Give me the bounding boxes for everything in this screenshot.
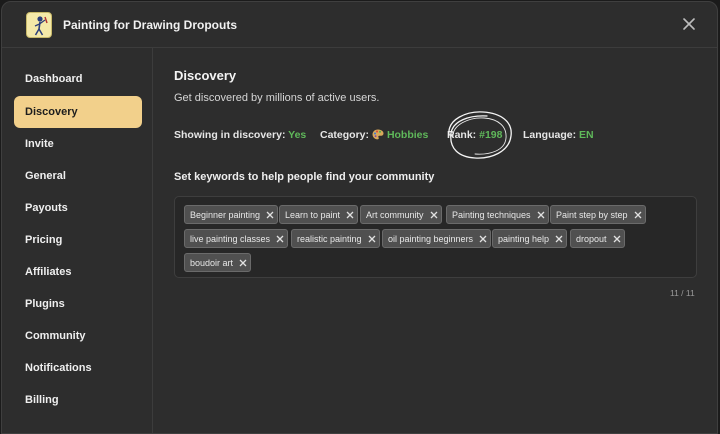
settings-modal: Painting for Drawing Dropouts Dashboard … xyxy=(1,1,718,434)
page-subtitle: Get discovered by millions of active use… xyxy=(174,92,380,104)
page-title: Discovery xyxy=(174,68,237,83)
remove-keyword-icon[interactable] xyxy=(343,208,357,222)
remove-keyword-icon[interactable] xyxy=(631,208,645,222)
discovery-panel: Discovery Get discovered by millions of … xyxy=(154,48,717,433)
keyword-chip: Paint step by step xyxy=(550,205,646,224)
keyword-counter: 11 / 11 xyxy=(670,288,695,298)
remove-keyword-icon[interactable] xyxy=(236,256,250,270)
remove-keyword-icon[interactable] xyxy=(273,232,287,246)
remove-keyword-icon[interactable] xyxy=(476,232,490,246)
language-stat: Language: EN xyxy=(523,129,594,141)
close-icon[interactable] xyxy=(681,16,697,32)
keyword-text: boudoir art xyxy=(190,257,234,268)
category-value: Hobbies xyxy=(386,129,429,141)
keyword-chip: painting help xyxy=(492,229,568,248)
category-label: Category: xyxy=(320,129,370,141)
keyword-chip: Beginner painting xyxy=(184,205,279,224)
keyword-text: painting help xyxy=(498,233,550,244)
rank-label: Rank: xyxy=(447,129,477,141)
sidebar-item-affiliates[interactable]: Affiliates xyxy=(14,256,142,288)
sidebar-item-community[interactable]: Community xyxy=(14,320,142,352)
sidebar-item-billing[interactable]: Billing xyxy=(14,384,142,416)
keyword-chip: Art community xyxy=(360,205,442,224)
keyword-chip: Painting techniques xyxy=(446,205,549,224)
keyword-chip: boudoir art xyxy=(184,253,252,272)
sidebar-item-dashboard[interactable]: Dashboard xyxy=(14,63,142,95)
rank-stat: Rank: #198 xyxy=(447,129,502,141)
keyword-text: live painting classes xyxy=(190,233,271,244)
rank-value: #198 xyxy=(479,129,503,141)
community-logo xyxy=(26,12,52,38)
language-value: EN xyxy=(579,129,594,141)
keywords-label: Set keywords to help people find your co… xyxy=(174,171,435,183)
category-stat: Category: Hobbies xyxy=(320,129,428,141)
sidebar-item-invite[interactable]: Invite xyxy=(14,128,142,160)
keyword-text: Paint step by step xyxy=(556,209,628,220)
modal-header: Painting for Drawing Dropouts xyxy=(2,2,717,48)
remove-keyword-icon[interactable] xyxy=(610,232,624,246)
keyword-text: Learn to paint xyxy=(285,209,341,220)
remove-keyword-icon[interactable] xyxy=(427,208,441,222)
remove-keyword-icon[interactable] xyxy=(263,208,277,222)
remove-keyword-icon[interactable] xyxy=(534,208,548,222)
keyword-chip: realistic painting xyxy=(291,229,380,248)
keywords-input[interactable]: Beginner painting Learn to paint Art com… xyxy=(174,196,697,278)
showing-label: Showing in discovery: xyxy=(174,129,286,141)
sidebar-item-payouts[interactable]: Payouts xyxy=(14,192,142,224)
sidebar-item-discovery[interactable]: Discovery xyxy=(14,96,142,128)
showing-stat: Showing in discovery: Yes xyxy=(174,129,306,141)
keyword-text: Painting techniques xyxy=(452,209,531,220)
keyword-chip: live painting classes xyxy=(184,229,289,248)
palette-icon xyxy=(372,129,384,140)
sidebar-item-pricing[interactable]: Pricing xyxy=(14,224,142,256)
sidebar-item-notifications[interactable]: Notifications xyxy=(14,352,142,384)
keyword-text: Art community xyxy=(366,209,424,220)
settings-sidebar: Dashboard Discovery Invite General Payou… xyxy=(2,48,153,433)
keyword-chip: dropout xyxy=(570,229,625,248)
keyword-chip: Learn to paint xyxy=(279,205,359,224)
remove-keyword-icon[interactable] xyxy=(365,232,379,246)
keyword-text: realistic painting xyxy=(297,233,362,244)
keyword-chip: oil painting beginners xyxy=(382,229,492,248)
app-title: Painting for Drawing Dropouts xyxy=(63,18,237,32)
sidebar-item-plugins[interactable]: Plugins xyxy=(14,288,142,320)
discovery-stats: Showing in discovery: Yes Category: Hobb… xyxy=(174,129,714,143)
keyword-text: oil painting beginners xyxy=(388,233,474,244)
language-label: Language: xyxy=(523,129,577,141)
remove-keyword-icon[interactable] xyxy=(552,232,566,246)
showing-value: Yes xyxy=(288,129,307,141)
keyword-text: dropout xyxy=(576,233,607,244)
keyword-text: Beginner painting xyxy=(190,209,261,220)
sidebar-item-general[interactable]: General xyxy=(14,160,142,192)
